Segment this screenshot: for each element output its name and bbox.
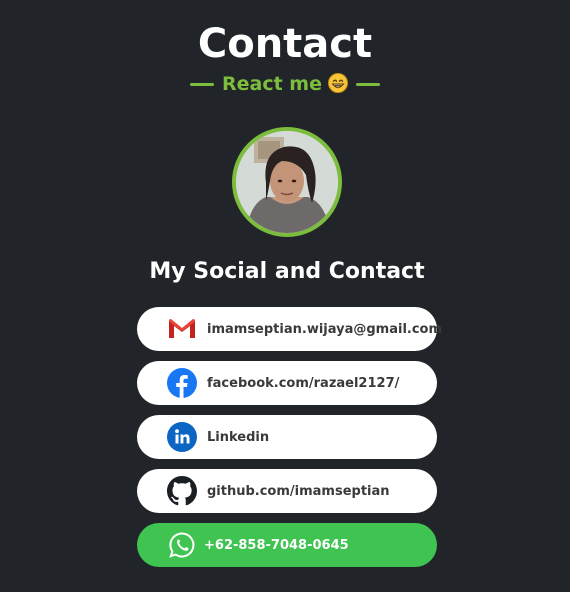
subtitle-row: React me	[0, 70, 570, 98]
facebook-link[interactable]: facebook.com/razael2127/	[137, 361, 437, 405]
page-title: Contact	[197, 21, 373, 67]
linkedin-icon	[167, 422, 197, 452]
subtitle-left-line	[190, 82, 214, 86]
github-icon	[167, 476, 197, 506]
gmail-icon	[167, 314, 197, 344]
subtitle-text: React me	[222, 73, 322, 95]
github-link[interactable]: github.com/imamseptian	[137, 469, 437, 513]
subtitle-right-line	[355, 82, 380, 86]
linkedin-link-label: Linkedin	[207, 429, 270, 445]
contact-page: Contact React me My Social and Contact i…	[0, 0, 570, 592]
gmail-link[interactable]: imamseptian.wijaya@gmail.com	[137, 307, 442, 351]
gmail-link-label: imamseptian.wijaya@gmail.com	[207, 321, 443, 337]
linkedin-link[interactable]: Linkedin	[137, 415, 437, 459]
github-link-label: github.com/imamseptian	[207, 483, 390, 499]
avatar	[232, 127, 342, 237]
whatsapp-link-label: +62-858-7048-0645	[204, 537, 349, 553]
subtitle: React me	[222, 73, 348, 95]
grin-emoji-icon	[327, 73, 348, 93]
section-title: My Social and Contact	[149, 259, 425, 284]
whatsapp-icon	[167, 530, 197, 560]
facebook-icon	[167, 368, 197, 398]
whatsapp-link[interactable]: +62-858-7048-0645	[137, 523, 437, 567]
facebook-link-label: facebook.com/razael2127/	[207, 375, 400, 391]
profile-photo	[236, 131, 338, 233]
social-links-list: imamseptian.wijaya@gmail.com facebook.co…	[137, 307, 442, 577]
